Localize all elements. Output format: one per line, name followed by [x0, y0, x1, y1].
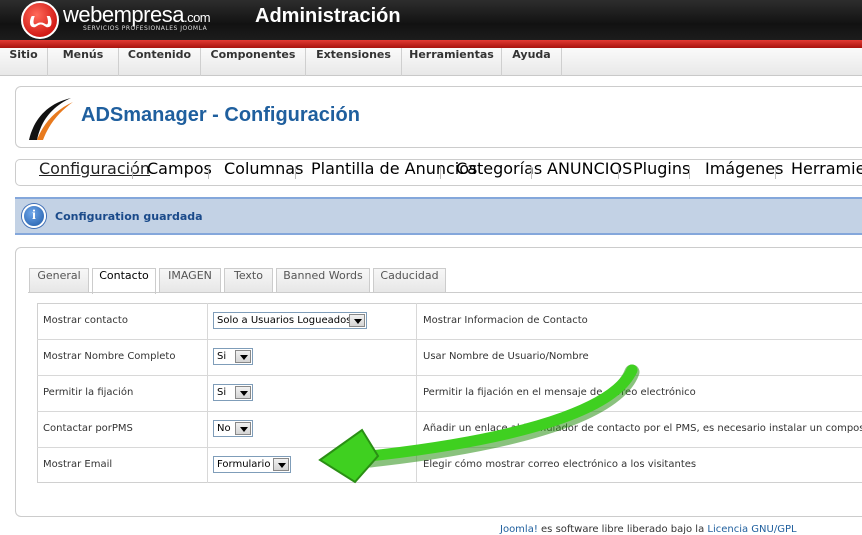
tab-texto[interactable]: Texto	[224, 268, 273, 293]
menu-herramientas[interactable]: Herramientas	[402, 48, 502, 76]
tab-caducidad[interactable]: Caducidad	[373, 268, 446, 293]
menu-componentes[interactable]: Componentes	[201, 48, 306, 76]
footer-text: Joomla! es software libre liberado bajo …	[500, 524, 797, 535]
mostrar-contacto-select[interactable]: Solo a Usuarios Logueados	[213, 312, 367, 329]
chevron-down-icon	[235, 386, 251, 399]
header-red-strip	[0, 40, 862, 48]
tab-general[interactable]: General	[29, 268, 89, 293]
menu-contenido[interactable]: Contenido	[119, 48, 201, 76]
subnav-configuracion[interactable]: Configuración	[39, 159, 150, 186]
admin-title: Administración	[255, 5, 401, 27]
message-text: Configuration guardada	[55, 210, 203, 223]
row-label: Mostrar contacto	[43, 315, 128, 326]
subnav-separator	[618, 166, 619, 179]
tab-banned-words[interactable]: Banned Words	[276, 268, 370, 293]
page-title: ADSmanager - Configuración	[81, 104, 360, 126]
brand-subtitle: SERVICIOS PROFESIONALES JOOMLA	[83, 25, 208, 32]
row-label: Permitir la fijación	[43, 387, 134, 398]
subnav-separator	[208, 166, 209, 179]
mostrar-nombre-select[interactable]: Si	[213, 348, 253, 365]
subnav-separator	[531, 166, 532, 179]
chevron-down-icon	[273, 458, 289, 471]
menu-extensiones[interactable]: Extensiones	[306, 48, 402, 76]
license-link[interactable]: Licencia GNU/GPL	[707, 524, 796, 535]
info-icon: i	[22, 204, 46, 228]
subnav-separator	[132, 166, 133, 179]
subnav-anuncios[interactable]: ANUNCIOS	[547, 159, 632, 186]
green-arrow-annotation	[318, 364, 640, 484]
permitir-fijacion-select[interactable]: Si	[213, 384, 253, 401]
joomla-link[interactable]: Joomla!	[500, 524, 538, 535]
row-description: Mostrar Informacion de Contacto	[423, 315, 588, 326]
subnav-separator	[440, 166, 441, 179]
main-menubar: Sitio Menús Contenido Componentes Extens…	[0, 48, 862, 76]
subnav-imagenes[interactable]: Imágenes	[705, 159, 783, 186]
chevron-down-icon	[235, 422, 251, 435]
menu-ayuda[interactable]: Ayuda	[502, 48, 562, 76]
tab-contacto[interactable]: Contacto	[92, 268, 156, 294]
mostrar-email-select[interactable]: Formulario	[213, 456, 291, 473]
chevron-down-icon	[235, 350, 251, 363]
row-label: Mostrar Email	[43, 459, 113, 470]
webempresa-logo-icon: ꙍ	[21, 1, 59, 39]
subnav-separator	[295, 166, 296, 179]
menu-sitio[interactable]: Sitio	[0, 48, 48, 76]
subnav-plugins[interactable]: Plugins	[633, 159, 690, 186]
subnav-separator	[689, 166, 690, 179]
chevron-down-icon	[349, 314, 365, 327]
subnav-campos[interactable]: Campos	[147, 159, 212, 186]
row-label: Contactar porPMS	[43, 423, 133, 434]
subnav-herramientas[interactable]: Herramientas	[791, 159, 862, 186]
subnav-categorias[interactable]: Categorías	[456, 159, 542, 186]
subnav-plantilla[interactable]: Plantilla de Anuncios	[311, 159, 477, 186]
menu-menus[interactable]: Menús	[48, 48, 119, 76]
contactar-pms-select[interactable]: No	[213, 420, 253, 437]
row-label: Mostrar Nombre Completo	[43, 351, 176, 362]
subnav-separator	[775, 166, 776, 179]
tab-underline	[28, 292, 862, 293]
tab-imagen[interactable]: IMAGEN	[159, 268, 221, 293]
subnav-columnas[interactable]: Columnas	[224, 159, 303, 186]
adsmanager-logo-icon	[29, 98, 73, 140]
